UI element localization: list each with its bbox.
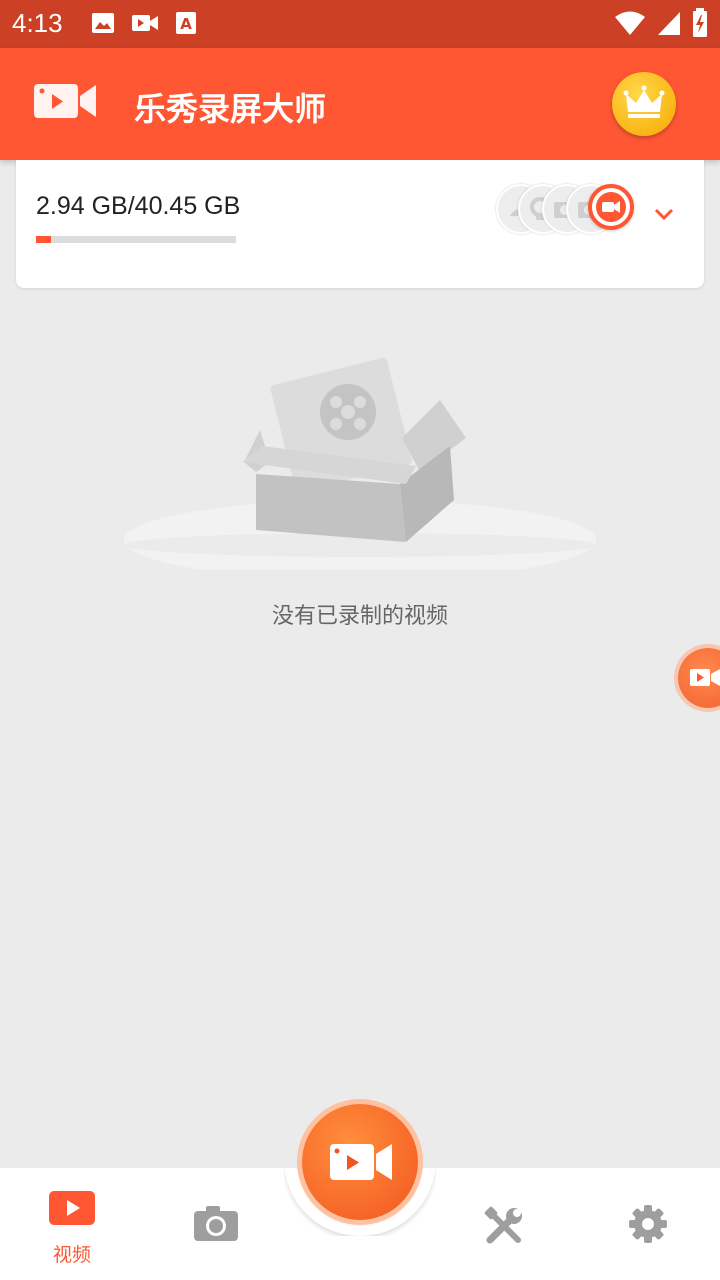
image-icon — [92, 13, 114, 33]
vip-button[interactable] — [612, 72, 676, 136]
status-bar: 4:13 A — [0, 0, 720, 48]
screen-recorder-logo-icon — [34, 84, 96, 118]
gear-icon — [629, 1205, 667, 1243]
video-camera-icon — [588, 184, 634, 230]
storage-usage-text: 2.94 GB/40.45 GB — [36, 192, 241, 220]
nav-tab-screenshots[interactable] — [156, 1168, 276, 1280]
record-camera-icon — [330, 1144, 392, 1180]
tools-icon — [484, 1206, 522, 1244]
empty-message: 没有已录制的视频 — [271, 604, 448, 629]
record-button[interactable] — [302, 1104, 418, 1220]
crown-icon — [623, 85, 665, 118]
nav-tab-tools[interactable] — [444, 1168, 564, 1280]
storage-card: 2.94 GB/40.45 GB — [16, 160, 704, 288]
text-a-icon: A — [176, 12, 196, 34]
nav-tab-settings[interactable] — [588, 1168, 708, 1280]
app-bar: 乐秀录屏大师 — [0, 48, 720, 160]
chevron-down-icon[interactable] — [652, 206, 676, 222]
signal-icon — [658, 12, 680, 35]
video-mode-button[interactable] — [588, 184, 634, 230]
storage-progress-fill — [36, 236, 51, 243]
record-mode-selector[interactable] — [496, 184, 636, 234]
status-notification-icons: A — [90, 10, 198, 36]
status-system-icons — [614, 8, 708, 38]
video-play-icon — [49, 1191, 95, 1225]
camera-icon — [194, 1206, 238, 1241]
screen-recorder-logo-icon — [690, 669, 720, 686]
status-time: 4:13 — [12, 8, 63, 38]
app-title: 乐秀录屏大师 — [134, 90, 327, 128]
floating-record-ball[interactable] — [678, 648, 720, 708]
svg-text:A: A — [180, 15, 192, 33]
wifi-icon — [615, 11, 645, 35]
nav-tab-videos[interactable]: 视频 — [12, 1168, 132, 1280]
video-icon — [132, 15, 158, 31]
battery-icon — [693, 8, 707, 37]
storage-progress-bar — [36, 236, 236, 243]
nav-tab-videos-label: 视频 — [52, 1244, 91, 1266]
empty-box-film-icon — [124, 357, 596, 570]
